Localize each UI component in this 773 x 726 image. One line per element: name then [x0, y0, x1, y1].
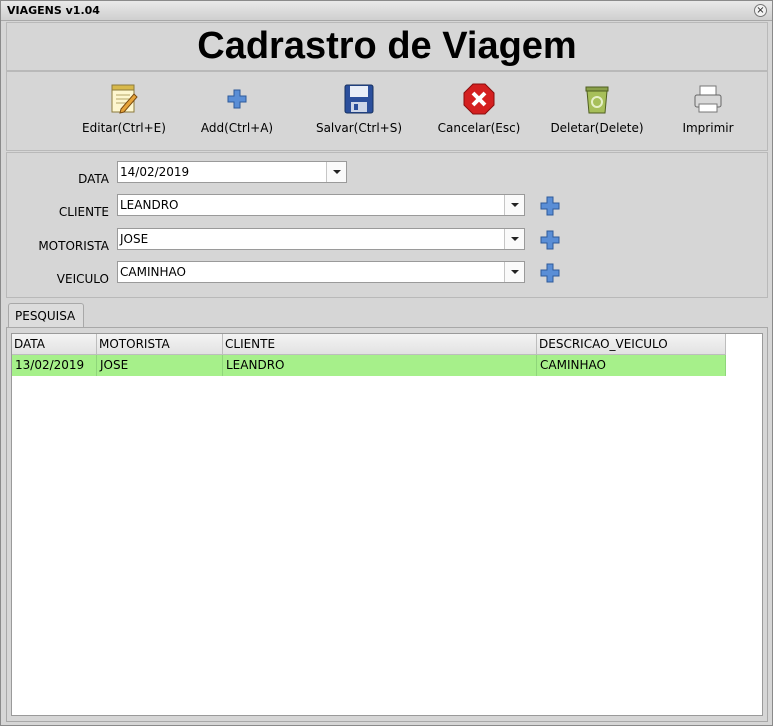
table-cell: LEANDRO: [223, 355, 537, 376]
veiculo-select[interactable]: CAMINHAO: [117, 261, 525, 283]
print-button-label: Imprimir: [682, 121, 734, 135]
close-icon[interactable]: ×: [754, 4, 767, 17]
table-cell: CAMINHAO: [537, 355, 726, 376]
chevron-down-icon[interactable]: [504, 229, 524, 249]
save-button[interactable]: Salvar(Ctrl+S): [311, 82, 407, 135]
veiculo-label: VEICULO: [56, 272, 109, 286]
delete-button[interactable]: Deletar(Delete): [549, 82, 645, 135]
motorista-value: JOSE: [120, 232, 149, 246]
window-title: VIAGENS v1.04: [7, 4, 100, 17]
cliente-select[interactable]: LEANDRO: [117, 194, 525, 216]
toolbar: Editar(Ctrl+E) Add(Ctrl+A) Salvar(Ctrl+S…: [6, 71, 768, 151]
print-button[interactable]: Imprimir: [675, 82, 741, 135]
plus-icon: [220, 82, 254, 116]
chevron-down-icon[interactable]: [504, 195, 524, 215]
tab-pesquisa[interactable]: PESQUISA: [8, 303, 84, 328]
data-date-picker[interactable]: 14/02/2019: [117, 161, 347, 183]
add-cliente-plus-icon[interactable]: [540, 196, 560, 216]
edit-button-label: Editar(Ctrl+E): [82, 121, 166, 135]
cancel-button-label: Cancelar(Esc): [437, 121, 521, 135]
save-button-label: Salvar(Ctrl+S): [315, 121, 403, 135]
printer-icon: [691, 82, 725, 116]
motorista-select[interactable]: JOSE: [117, 228, 525, 250]
add-button-label: Add(Ctrl+A): [200, 121, 274, 135]
floppy-disk-icon: [342, 82, 376, 116]
add-veiculo-plus-icon[interactable]: [540, 263, 560, 283]
table-row[interactable]: 13/02/2019 JOSE LEANDRO CAMINHAO: [12, 355, 726, 376]
page-title: Cadrastro de Viagem: [197, 25, 577, 67]
results-table[interactable]: DATA MOTORISTA CLIENTE DESCRICAO_VEICULO…: [11, 333, 763, 716]
cliente-value: LEANDRO: [120, 198, 179, 212]
column-header-motorista[interactable]: MOTORISTA: [97, 334, 223, 355]
add-button[interactable]: Add(Ctrl+A): [197, 82, 277, 135]
cliente-label: CLIENTE: [58, 205, 109, 219]
recycle-bin-icon: [580, 82, 614, 116]
column-header-data[interactable]: DATA: [12, 334, 97, 355]
column-header-cliente[interactable]: CLIENTE: [223, 334, 537, 355]
table-header: DATA MOTORISTA CLIENTE DESCRICAO_VEICULO: [12, 334, 726, 355]
page-header: Cadrastro de Viagem: [6, 22, 768, 71]
edit-button[interactable]: Editar(Ctrl+E): [79, 82, 169, 135]
cancel-button[interactable]: Cancelar(Esc): [433, 82, 525, 135]
notepad-pencil-icon: [107, 82, 141, 116]
delete-button-label: Deletar(Delete): [550, 121, 644, 135]
table-cell: 13/02/2019: [12, 355, 97, 376]
motorista-label: MOTORISTA: [38, 239, 109, 253]
app-window: VIAGENS v1.04 × Cadrastro de Viagem Edit…: [0, 0, 773, 726]
red-x-icon: [462, 82, 496, 116]
table-cell: JOSE: [97, 355, 223, 376]
column-header-descricao-veiculo[interactable]: DESCRICAO_VEICULO: [537, 334, 726, 355]
tab-panel-pesquisa: DATA MOTORISTA CLIENTE DESCRICAO_VEICULO…: [6, 327, 768, 722]
trip-form: DATA 14/02/2019 CLIENTE LEANDRO MOTORIST…: [6, 152, 768, 298]
data-value: 14/02/2019: [120, 165, 190, 179]
add-motorista-plus-icon[interactable]: [540, 230, 560, 250]
chevron-down-icon[interactable]: [326, 162, 346, 182]
tab-bar: PESQUISA: [6, 301, 768, 328]
data-label: DATA: [78, 172, 109, 186]
chevron-down-icon[interactable]: [504, 262, 524, 282]
veiculo-value: CAMINHAO: [120, 265, 186, 279]
title-bar[interactable]: VIAGENS v1.04 ×: [1, 1, 772, 21]
